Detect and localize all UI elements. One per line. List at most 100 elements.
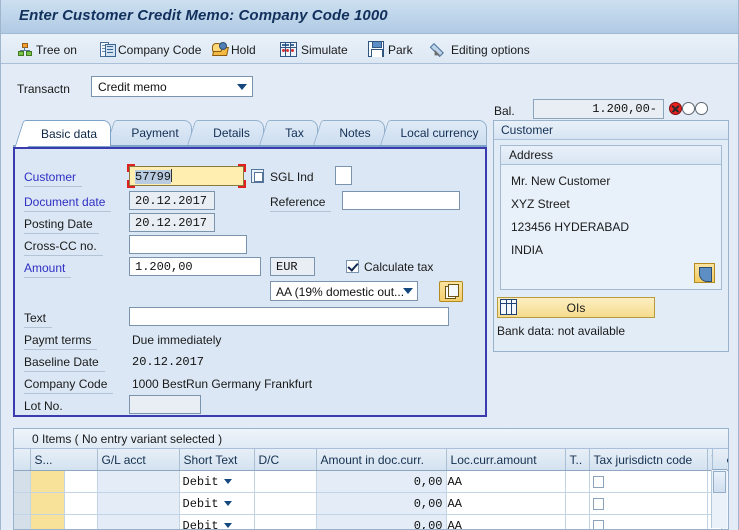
col-status[interactable]: S...: [30, 449, 98, 471]
baseline-date-label: Baseline Date: [24, 355, 105, 372]
items-header-row: S... G/L acct Short Text D/C Amount in d…: [14, 449, 728, 471]
tab-local-currency[interactable]: Local currency: [392, 120, 487, 145]
cell-loc-amount[interactable]: 0,00: [316, 470, 447, 493]
items-panel: 0 Items ( No entry variant selected ) S.…: [13, 428, 729, 530]
simulate-label: Simulate: [301, 42, 348, 57]
cell-short-text[interactable]: [97, 470, 180, 493]
table-row[interactable]: Debit 0,00 AA: [14, 470, 728, 493]
cell-tax-jurisdiction[interactable]: [565, 470, 590, 493]
cell-tax-jurisdiction[interactable]: [565, 514, 590, 529]
transaction-select[interactable]: Credit memo: [91, 76, 253, 97]
posting-date-label-text: Posting Date: [24, 217, 93, 231]
balance-value: 1.200,00-: [592, 102, 657, 116]
row-selector-cell[interactable]: [14, 470, 31, 493]
col-tax[interactable]: T..: [565, 449, 590, 471]
cell-gl-acct[interactable]: [64, 514, 98, 529]
address-line: 123456 HYDERABAD: [511, 220, 630, 234]
chevron-down-icon: [237, 84, 247, 90]
tab-tax[interactable]: Tax: [271, 120, 318, 145]
cell-short-text[interactable]: [97, 514, 180, 529]
amount-value: 1.200,00: [135, 260, 193, 274]
document-date-input[interactable]: 20.12.2017: [129, 191, 215, 210]
cell-dc[interactable]: Debit: [179, 470, 255, 493]
cell-status[interactable]: [30, 514, 65, 529]
simulate-button[interactable]: Simulate: [277, 38, 351, 60]
cell-status[interactable]: [30, 470, 65, 493]
tabstrip: Basic data Payment Details Tax Notes Loc…: [13, 120, 487, 146]
row-selector-cell[interactable]: [14, 514, 31, 529]
tax-document-button[interactable]: [439, 281, 463, 302]
balance-label: Bal.: [494, 104, 515, 118]
reference-label-text: Reference: [270, 195, 326, 209]
cell-amount-doc[interactable]: [254, 492, 317, 515]
cell-dc[interactable]: Debit: [179, 492, 255, 515]
table-row[interactable]: Debit 0,00 AA: [14, 492, 728, 515]
sgl-ind-input[interactable]: [335, 166, 352, 185]
col-dc[interactable]: D/C: [254, 449, 317, 471]
currency-input[interactable]: EUR: [270, 257, 315, 276]
items-grid: S... G/L acct Short Text D/C Amount in d…: [14, 449, 728, 529]
col-short-text[interactable]: Short Text: [179, 449, 255, 471]
calculate-tax-checkbox[interactable]: [346, 260, 359, 273]
tab-basic-data[interactable]: Basic data: [27, 120, 111, 146]
checkbox[interactable]: [592, 497, 604, 510]
checkbox[interactable]: [592, 519, 604, 529]
cell-v[interactable]: [589, 514, 708, 529]
customer-value: 57799: [135, 169, 173, 184]
table-row[interactable]: Debit 0,00 AA: [14, 514, 728, 529]
posting-date-input[interactable]: 20.12.2017: [129, 213, 215, 232]
cross-cc-no-label-text: Cross-CC no.: [24, 239, 97, 253]
tab-notes[interactable]: Notes: [325, 120, 385, 145]
application-toolbar: Tree on Company Code Hold Simulate Park …: [1, 34, 738, 64]
cell-status[interactable]: [30, 492, 65, 515]
cell-tax[interactable]: AA: [446, 514, 566, 529]
cell-v[interactable]: [589, 470, 708, 493]
cell-tax[interactable]: AA: [446, 470, 566, 493]
checkbox[interactable]: [592, 475, 604, 488]
cell-gl-acct[interactable]: [64, 470, 98, 493]
cell-dc[interactable]: Debit: [179, 514, 255, 529]
scrollbar-thumb[interactable]: [713, 471, 726, 493]
cell-tax[interactable]: AA: [446, 492, 566, 515]
company-code-button[interactable]: Company Code: [97, 38, 204, 60]
park-button[interactable]: Park: [365, 38, 416, 60]
hold-button[interactable]: Hold: [209, 38, 259, 60]
park-icon: [368, 41, 384, 57]
amount-label: Amount: [24, 261, 72, 278]
editing-options-button[interactable]: Editing options: [429, 38, 533, 60]
customer-search-help-icon[interactable]: [251, 169, 264, 183]
tax-code-select[interactable]: AA (19% domestic out...: [270, 281, 418, 301]
cell-gl-acct[interactable]: [64, 492, 98, 515]
tree-on-button[interactable]: Tree on: [15, 38, 80, 60]
cell-loc-amount[interactable]: 0,00: [316, 514, 447, 529]
cross-cc-no-input[interactable]: [129, 235, 247, 254]
reference-input[interactable]: [342, 191, 460, 210]
posting-date-label: Posting Date: [24, 217, 99, 234]
row-selector-cell[interactable]: [14, 492, 31, 515]
col-gl-acct[interactable]: G/L acct: [97, 449, 180, 471]
col-amount-doc[interactable]: Amount in doc.curr.: [316, 449, 447, 471]
address-detail-icon[interactable]: [694, 263, 715, 283]
col-icon[interactable]: [14, 449, 31, 471]
tab-details[interactable]: Details: [199, 120, 264, 145]
amount-input[interactable]: 1.200,00: [129, 257, 261, 276]
customer-input[interactable]: 57799: [127, 164, 246, 188]
col-tax-jurisdiction[interactable]: Tax jurisdictn code: [589, 449, 708, 471]
tree-icon: [18, 42, 32, 56]
lot-no-input[interactable]: [129, 395, 201, 414]
hold-label: Hold: [231, 42, 256, 57]
cell-tax-jurisdiction[interactable]: [565, 492, 590, 515]
cell-v[interactable]: [589, 492, 708, 515]
open-items-button[interactable]: OIs: [497, 297, 655, 318]
items-vertical-scrollbar[interactable]: [711, 470, 727, 528]
cell-amount-doc[interactable]: [254, 470, 317, 493]
col-loc-amount[interactable]: Loc.curr.amount: [446, 449, 566, 471]
cell-short-text[interactable]: [97, 492, 180, 515]
tab-payment[interactable]: Payment: [118, 120, 192, 145]
cell-amount-doc[interactable]: [254, 514, 317, 529]
text-input[interactable]: [129, 307, 449, 326]
reference-label: Reference: [270, 195, 332, 212]
balance-field: 1.200,00-: [533, 99, 664, 119]
tab-label: Notes: [339, 126, 371, 140]
cell-loc-amount[interactable]: 0,00: [316, 492, 447, 515]
